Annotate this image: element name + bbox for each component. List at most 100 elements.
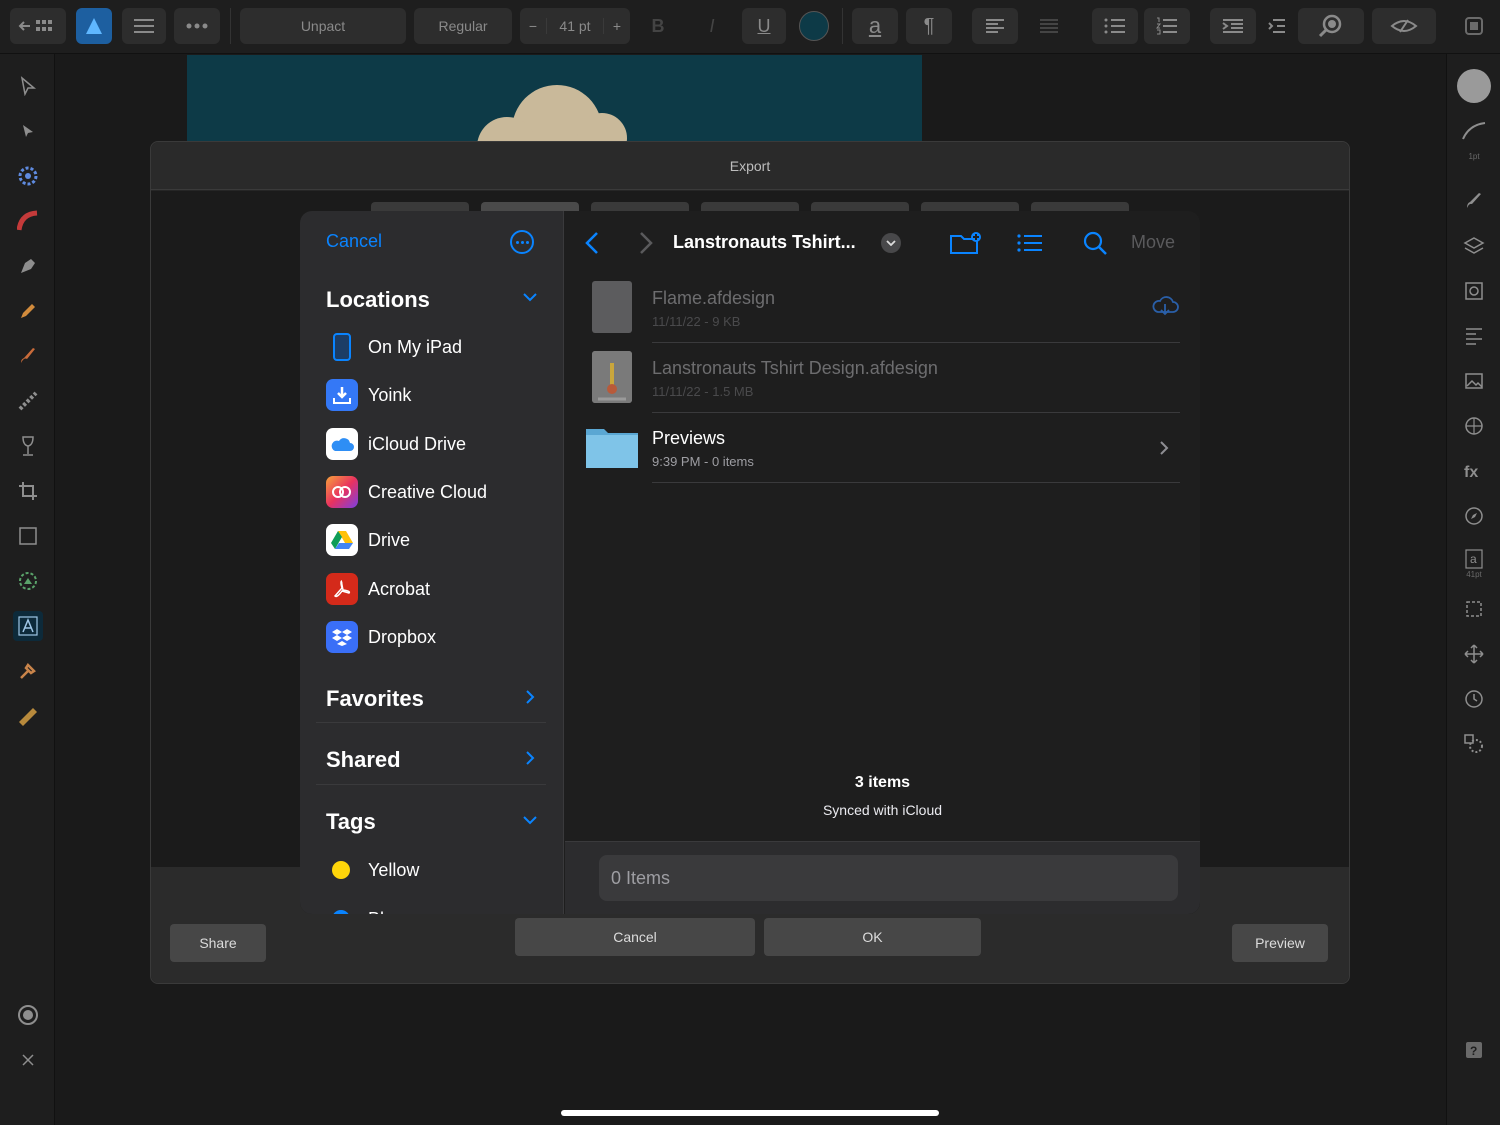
more-icon <box>186 23 208 29</box>
cloud-download-icon[interactable] <box>1151 296 1179 323</box>
pen-tool[interactable] <box>13 251 43 281</box>
more-options-icon[interactable] <box>510 230 534 254</box>
chevron-down-icon[interactable] <box>522 289 538 310</box>
font-size-stepper[interactable]: − 41 pt + <box>520 8 630 44</box>
acrobat-icon <box>326 573 358 605</box>
move-button[interactable]: Move <box>1131 232 1175 253</box>
search-icon[interactable] <box>1082 231 1108 255</box>
symbols-studio-button[interactable] <box>1459 411 1489 441</box>
window-button[interactable] <box>1456 8 1492 44</box>
export-cancel-button[interactable]: Cancel <box>515 918 755 956</box>
list-view-icon[interactable] <box>1017 231 1043 255</box>
numbered-list-button[interactable] <box>1144 8 1190 44</box>
pencil-tool[interactable] <box>13 296 43 326</box>
settings-studio-button[interactable] <box>1459 729 1489 759</box>
text-color-button[interactable] <box>796 8 832 44</box>
align-left-button[interactable] <box>972 8 1018 44</box>
outdent-button[interactable] <box>1264 8 1290 44</box>
crop-tool[interactable] <box>13 476 43 506</box>
share-button[interactable]: Share <box>170 924 266 962</box>
text-case-button[interactable]: a <box>852 8 898 44</box>
zoom-button[interactable] <box>1298 8 1364 44</box>
history-studio-button[interactable] <box>1459 684 1489 714</box>
corner-tool[interactable] <box>13 161 43 191</box>
back-chevron-icon[interactable] <box>585 231 599 255</box>
node-tool[interactable] <box>13 116 43 146</box>
file-row[interactable]: Lanstronauts Tshirt Design.afdesign 11/1… <box>585 343 1180 413</box>
help-button[interactable]: ? <box>1459 1035 1489 1065</box>
decrease-size-button[interactable]: − <box>520 18 546 34</box>
bold-button[interactable]: B <box>640 8 676 44</box>
justify-button[interactable] <box>1026 8 1072 44</box>
favorites-header[interactable]: Favorites <box>326 686 424 712</box>
location-on-my-ipad[interactable]: On My iPad <box>326 331 462 363</box>
place-image-tool[interactable] <box>13 566 43 596</box>
record-button[interactable] <box>13 1000 43 1030</box>
location-yoink[interactable]: Yoink <box>326 379 411 411</box>
folder-title[interactable]: Lanstronauts Tshirt... <box>673 232 856 253</box>
shared-header[interactable]: Shared <box>326 747 401 773</box>
location-acrobat[interactable]: Acrobat <box>326 573 430 605</box>
constraints-studio-button[interactable] <box>1459 639 1489 669</box>
layers-studio-button[interactable] <box>1459 231 1489 261</box>
artistic-text-tool[interactable] <box>13 611 43 641</box>
fx-studio-button[interactable]: fx <box>1459 456 1489 486</box>
paragraph-button[interactable]: ¶ <box>906 8 952 44</box>
selected-items-field[interactable]: 0 Items <box>599 855 1178 901</box>
font-style-field[interactable]: Regular <box>414 8 512 44</box>
tags-header[interactable]: Tags <box>326 809 376 835</box>
font-family-field[interactable]: Unpact <box>240 8 406 44</box>
tag-blue[interactable]: Bl <box>326 903 384 914</box>
back-to-gallery-button[interactable] <box>10 8 66 44</box>
stock-studio-button[interactable] <box>1459 366 1489 396</box>
ok-button[interactable]: OK <box>764 918 981 956</box>
navigator-studio-button[interactable] <box>1459 501 1489 531</box>
locations-header[interactable]: Locations <box>326 287 430 313</box>
italic-button[interactable]: I <box>694 8 730 44</box>
appearance-studio-button[interactable] <box>1459 276 1489 306</box>
new-folder-icon[interactable] <box>949 231 983 255</box>
location-icloud-drive[interactable]: iCloud Drive <box>326 428 466 460</box>
bullet-list-button[interactable] <box>1092 8 1138 44</box>
transparency-tool[interactable] <box>13 431 43 461</box>
view-mode-button[interactable] <box>1372 8 1436 44</box>
canvas-artwork <box>187 55 922 141</box>
affinity-designer-persona-icon[interactable] <box>76 8 112 44</box>
text-styles-studio-button[interactable] <box>1459 321 1489 351</box>
more-button[interactable] <box>174 8 220 44</box>
brushes-studio-button[interactable] <box>1459 186 1489 216</box>
font-size-value[interactable]: 41 pt <box>546 18 604 34</box>
indent-button[interactable] <box>1210 8 1256 44</box>
home-indicator[interactable] <box>561 1110 939 1116</box>
folder-row[interactable]: Previews 9:39 PM - 0 items <box>585 413 1180 483</box>
location-creative-cloud[interactable]: Creative Cloud <box>326 476 487 508</box>
measure-tool[interactable] <box>13 701 43 731</box>
fill-tool[interactable] <box>13 386 43 416</box>
tag-yellow[interactable]: Yellow <box>326 854 419 886</box>
numbered-list-icon <box>1156 17 1177 35</box>
document-icon <box>592 281 632 333</box>
rectangle-tool[interactable] <box>13 521 43 551</box>
picker-cancel-button[interactable]: Cancel <box>326 231 382 252</box>
menu-button[interactable] <box>122 8 166 44</box>
forward-chevron-icon[interactable] <box>639 231 653 255</box>
location-dropbox[interactable]: Dropbox <box>326 621 436 653</box>
title-menu-chevron-icon[interactable] <box>881 233 901 253</box>
brush-tool[interactable] <box>13 206 43 236</box>
move-tool[interactable] <box>13 71 43 101</box>
increase-size-button[interactable]: + <box>604 18 630 34</box>
file-row[interactable]: Flame.afdesign 11/11/22 - 9 KB <box>585 273 1180 343</box>
chevron-down-icon[interactable] <box>522 812 538 833</box>
stroke-studio-button[interactable] <box>1459 116 1489 146</box>
color-studio-button[interactable] <box>1457 69 1491 103</box>
chevron-right-icon[interactable] <box>522 689 538 710</box>
color-picker-tool[interactable] <box>13 656 43 686</box>
preview-button[interactable]: Preview <box>1232 924 1328 962</box>
transform-studio-button[interactable] <box>1459 594 1489 624</box>
underline-button[interactable]: U <box>742 8 786 44</box>
chevron-right-icon[interactable] <box>522 750 538 771</box>
file-meta: 11/11/22 - 9 KB <box>652 314 741 329</box>
vector-brush-tool[interactable] <box>13 341 43 371</box>
close-tool-button[interactable] <box>13 1045 43 1075</box>
location-drive[interactable]: Drive <box>326 524 410 556</box>
